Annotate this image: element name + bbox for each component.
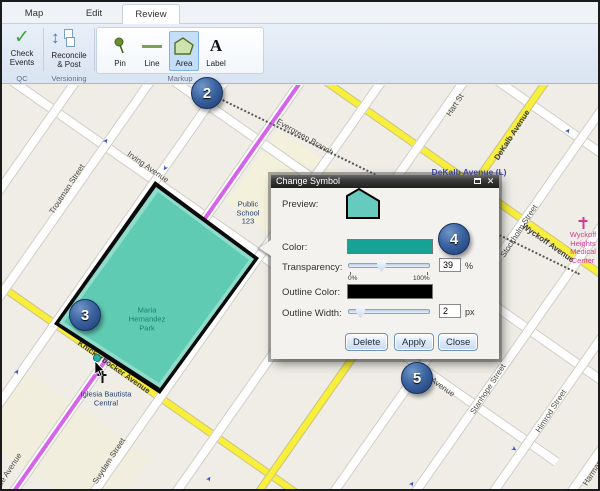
symbol-preview: [345, 187, 381, 220]
document-icon: [66, 37, 75, 47]
group-label-qc: QC: [2, 74, 42, 83]
callout-badge-4: 4: [438, 223, 470, 255]
label-label: Label: [202, 59, 230, 68]
reconcile-post-label: Reconcile & Post: [45, 51, 93, 69]
outline-color-swatch[interactable]: [347, 284, 433, 299]
mouse-cursor: [94, 361, 106, 382]
delete-button[interactable]: Delete: [345, 333, 388, 351]
ribbon: Map Edit Review ✓ Check Events QC ↕ Reco…: [2, 2, 598, 84]
callout-badge-2: 2: [191, 77, 223, 109]
markup-group-box: Pin Line Area A Label: [96, 27, 264, 74]
poi-label: Wyckoff Heights Medical Center: [570, 231, 596, 265]
poi-label: Public School 123: [237, 200, 260, 226]
color-label: Color:: [282, 242, 307, 253]
check-icon: ✓: [2, 28, 42, 48]
area-tool-button[interactable]: Area: [169, 31, 199, 71]
pin-tool-button[interactable]: Pin: [105, 31, 135, 71]
dialog-title-bar[interactable]: Change Symbol: [271, 175, 499, 188]
poi-label: Maria Hernandez Park: [129, 306, 166, 333]
transparency-min-label: 0%: [348, 275, 357, 282]
ribbon-tab-row: Map Edit Review: [2, 2, 598, 24]
reconcile-icon: ↕: [45, 28, 93, 50]
transparency-max-label: 100%: [413, 275, 430, 282]
line-icon: [138, 35, 166, 57]
transparency-unit: %: [465, 261, 473, 271]
reconcile-post-button[interactable]: ↕ Reconcile & Post: [45, 28, 93, 72]
oneway-arrow-icon: ➤: [204, 474, 214, 483]
updown-arrow-icon: ↕: [51, 28, 60, 48]
map-canvas[interactable]: Troutman StreetIrving AvenueEvergreen Br…: [2, 85, 598, 489]
group-separator: [94, 28, 95, 71]
callout-badge-3: 3: [69, 299, 101, 331]
outline-width-slider-track[interactable]: [348, 309, 430, 314]
transparency-label: Transparency:: [282, 262, 342, 273]
group-label-versioning: Versioning: [45, 74, 93, 83]
change-symbol-dialog: Change Symbol ✕ Preview: Color: Transpar…: [271, 175, 499, 359]
transparency-slider-track[interactable]: 0% 100%: [348, 263, 430, 268]
fill-color-swatch[interactable]: [347, 239, 433, 254]
close-icon[interactable]: ✕: [485, 176, 496, 187]
close-button[interactable]: Close: [438, 333, 478, 351]
tab-edit[interactable]: Edit: [66, 4, 122, 24]
hospital-cross-icon: [579, 217, 588, 229]
pin-icon: [106, 35, 134, 57]
street-label: Himrod Street: [534, 388, 568, 434]
outline-width-label: Outline Width:: [282, 308, 342, 319]
preview-label: Preview:: [282, 199, 318, 210]
check-events-button[interactable]: ✓ Check Events: [2, 28, 42, 72]
tab-review[interactable]: Review: [122, 4, 180, 24]
pin-label: Pin: [106, 59, 134, 68]
app-window: Map Edit Review ✓ Check Events QC ↕ Reco…: [0, 0, 600, 491]
line-tool-button[interactable]: Line: [137, 31, 167, 71]
check-events-label: Check Events: [2, 49, 42, 67]
area-label: Area: [170, 59, 198, 68]
maximize-icon[interactable]: [472, 176, 483, 187]
outline-color-label: Outline Color:: [282, 287, 340, 298]
transparency-input[interactable]: [439, 258, 461, 272]
outline-width-input[interactable]: [439, 304, 461, 318]
label-icon: A: [202, 35, 230, 57]
tab-map[interactable]: Map: [6, 4, 62, 24]
group-separator: [43, 28, 44, 71]
transparency-slider-thumb[interactable]: [377, 260, 386, 272]
group-label-markup: Markup: [96, 74, 264, 83]
dialog-callout-arrow: [259, 240, 271, 256]
apply-button[interactable]: Apply: [394, 333, 434, 351]
outline-width-unit: px: [465, 307, 475, 317]
area-icon: [170, 35, 198, 57]
outline-width-slider-thumb[interactable]: [356, 306, 365, 318]
label-tool-button[interactable]: A Label: [201, 31, 231, 71]
callout-badge-5: 5: [401, 362, 433, 394]
poi-label: Iglesia Bautista Central: [81, 391, 132, 408]
line-label: Line: [138, 59, 166, 68]
street-label: DeKalb Avenue: [492, 108, 531, 162]
